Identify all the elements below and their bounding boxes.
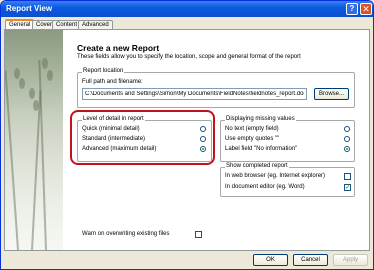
- missing-values-group: Displaying missing values No text (empty…: [220, 116, 355, 162]
- detail-quick-radio[interactable]: [200, 126, 206, 132]
- ok-button[interactable]: OK: [253, 254, 288, 266]
- warn-overwrite-label: Warn on overwriting existing files: [82, 231, 170, 237]
- window-title: Report View: [6, 4, 53, 13]
- apply-button[interactable]: Apply: [333, 254, 368, 266]
- help-button[interactable]: ?: [346, 3, 358, 15]
- detail-advanced-radio[interactable]: [200, 146, 206, 152]
- show-editor-checkbox[interactable]: ✓: [344, 184, 351, 191]
- detail-level-title: Level of detail in report: [82, 116, 145, 122]
- missing-option-quotes: Use empty quotes "": [225, 136, 280, 142]
- detail-level-group: Level of detail in report Quick (minimal…: [77, 116, 212, 162]
- page-title: Create a new Report: [77, 43, 160, 53]
- missing-option-none: No text (empty field): [225, 126, 279, 132]
- path-input[interactable]: [82, 88, 307, 100]
- path-label: Full path and filename:: [82, 79, 143, 85]
- detail-standard-radio[interactable]: [200, 136, 206, 142]
- general-tab-page: Create a new Report These fields allow y…: [4, 29, 370, 251]
- report-view-window: Report View ? ✕ General Cover Content Ad…: [0, 0, 374, 270]
- show-report-title: Show completed report: [225, 163, 289, 169]
- report-location-group: Report location Full path and filename: …: [77, 68, 355, 108]
- missing-quotes-radio[interactable]: [344, 136, 350, 142]
- browse-button[interactable]: Browse...: [314, 88, 349, 100]
- report-location-title: Report location: [82, 68, 125, 74]
- show-option-browser: In web browser (eg. Internet explorer): [225, 173, 326, 179]
- detail-option-standard: Standard (intermediate): [82, 136, 146, 142]
- detail-option-advanced: Advanced (maximum detail): [82, 146, 157, 152]
- cancel-button[interactable]: Cancel: [293, 254, 328, 266]
- title-bar: Report View ? ✕: [1, 1, 373, 17]
- show-browser-checkbox[interactable]: [344, 173, 351, 180]
- wheat-background-image: [5, 30, 63, 250]
- show-option-editor: In document editor (eg. Word): [225, 184, 305, 190]
- warn-overwrite-checkbox[interactable]: [195, 231, 202, 238]
- missing-none-radio[interactable]: [344, 126, 350, 132]
- show-report-group: Show completed report In web browser (eg…: [220, 163, 355, 197]
- dialog-button-bar: OK Cancel Apply: [1, 251, 373, 269]
- close-button[interactable]: ✕: [360, 3, 372, 15]
- missing-values-title: Displaying missing values: [225, 116, 296, 122]
- page-intro: These fields allow you to specify the lo…: [77, 54, 301, 60]
- detail-option-quick: Quick (minimal detail): [82, 126, 140, 132]
- missing-option-label: Label field "No information": [225, 146, 298, 152]
- missing-label-radio[interactable]: [344, 146, 350, 152]
